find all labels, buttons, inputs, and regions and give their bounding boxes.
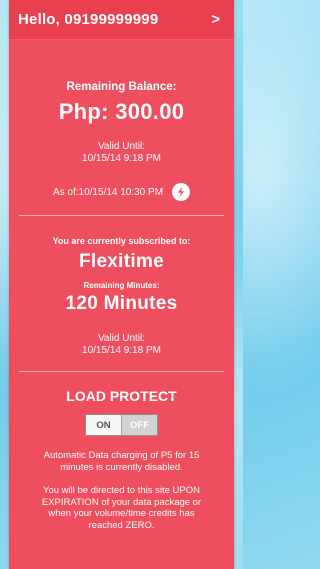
- load-protect-toggle[interactable]: ON OFF: [85, 414, 158, 436]
- subscribed-label: You are currently subscribed to:: [52, 236, 191, 246]
- balance-valid-label: Valid Until:: [97, 141, 146, 152]
- as-of-row: As of:10/15/14 10:30 PM: [9, 183, 234, 201]
- greeting-text: Hello, 09199999999: [18, 11, 159, 28]
- account-header[interactable]: Hello, 09199999999 >: [9, 0, 234, 40]
- load-protect-info-message: You will be directed to this site UPON E…: [41, 485, 202, 531]
- minutes-label: Remaining Minutes:: [83, 281, 160, 290]
- account-panel: Hello, 09199999999 > Remaining Balance: …: [9, 0, 234, 569]
- minutes-value: 120 Minutes: [65, 293, 178, 314]
- section-divider: [19, 371, 224, 372]
- balance-valid-date: 10/15/14 9:18 PM: [82, 153, 161, 164]
- subscription-valid-date: 10/15/14 9:18 PM: [82, 345, 161, 356]
- as-of-text: As of:10/15/14 10:30 PM: [52, 186, 164, 198]
- toggle-on-option[interactable]: ON: [86, 415, 122, 435]
- chevron-right-icon[interactable]: >: [211, 11, 220, 28]
- load-protect-status-message: Automatic Data charging of P5 for 15 min…: [43, 450, 200, 473]
- refresh-icon[interactable]: [172, 183, 191, 201]
- toggle-off-option[interactable]: OFF: [122, 415, 157, 435]
- section-divider: [19, 215, 224, 216]
- plan-name: Flexitime: [78, 251, 165, 272]
- load-protect-title: LOAD PROTECT: [66, 388, 177, 404]
- subscription-valid-label: Valid Until:: [97, 333, 146, 344]
- balance-value: Php: 300.00: [58, 99, 185, 124]
- balance-label: Remaining Balance:: [66, 81, 177, 93]
